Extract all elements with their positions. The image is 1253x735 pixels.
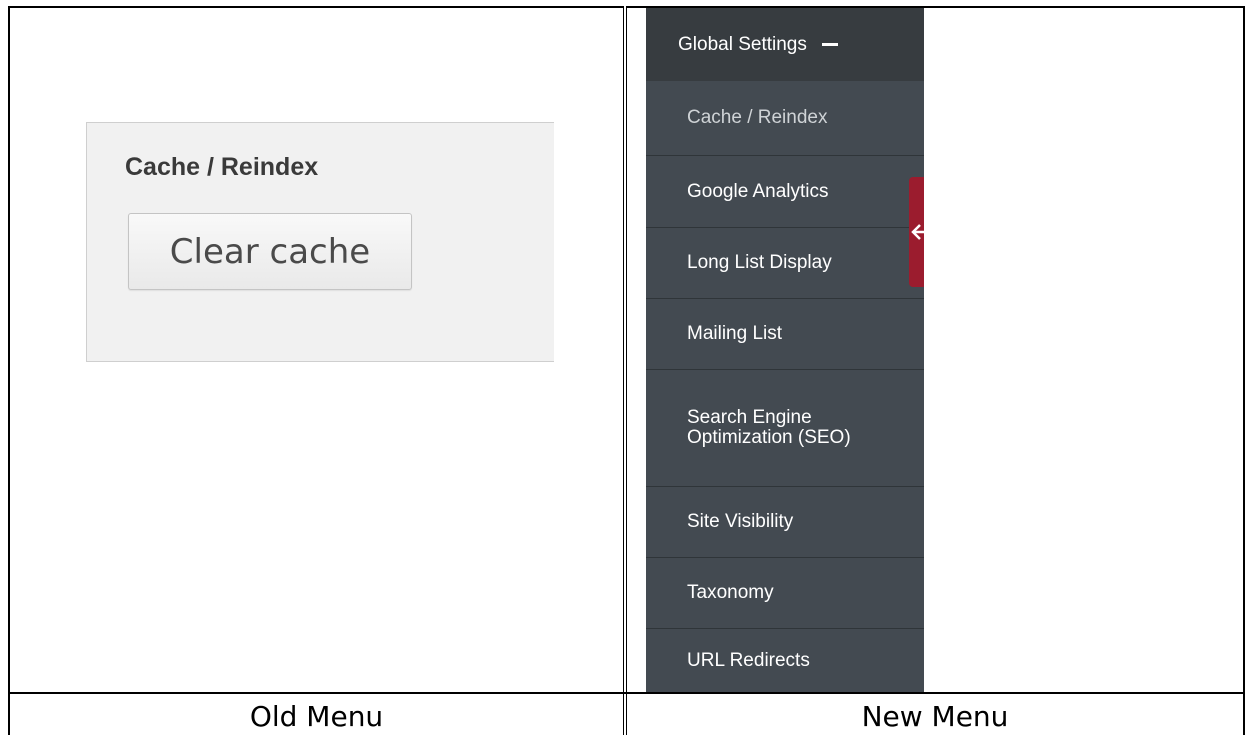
sidebar-item-seo[interactable]: Search Engine Optimization (SEO) bbox=[646, 370, 924, 487]
sidebar-item-label: Site Visibility bbox=[687, 511, 794, 532]
sidebar-item-url-redirects[interactable]: URL Redirects bbox=[646, 629, 924, 692]
sidebar-item-label: Long List Display bbox=[687, 252, 832, 273]
sidebar-item-long-list-display[interactable]: Long List Display bbox=[646, 228, 924, 299]
table-row-divider bbox=[8, 692, 1245, 694]
table-border-left bbox=[8, 6, 10, 735]
collapse-minus-icon[interactable] bbox=[821, 43, 838, 46]
sidebar-item-label: URL Redirects bbox=[687, 649, 810, 671]
table-column-divider bbox=[623, 6, 627, 735]
table-border-right bbox=[1243, 6, 1245, 735]
sidebar-item-label: Taxonomy bbox=[687, 582, 774, 603]
global-settings-header[interactable]: Global Settings bbox=[646, 8, 924, 81]
old-menu-panel: Cache / Reindex Clear cache bbox=[86, 122, 554, 362]
global-settings-label: Global Settings bbox=[678, 33, 807, 55]
new-menu-caption: New Menu bbox=[861, 699, 1009, 733]
sidebar-item-site-visibility[interactable]: Site Visibility bbox=[646, 487, 924, 558]
sidebar-item-label: Cache / Reindex bbox=[687, 107, 828, 128]
sidebar-item-label: Google Analytics bbox=[687, 180, 829, 202]
sidebar-item-taxonomy[interactable]: Taxonomy bbox=[646, 558, 924, 629]
new-menu-sidebar: Global Settings Cache / Reindex Google A… bbox=[646, 8, 924, 692]
sidebar-item-google-analytics[interactable]: Google Analytics bbox=[646, 156, 924, 228]
clear-cache-button[interactable]: Clear cache bbox=[128, 213, 412, 290]
old-menu-title: Cache / Reindex bbox=[125, 153, 319, 181]
sidebar-collapse-tab[interactable] bbox=[909, 177, 924, 287]
old-menu-caption: Old Menu bbox=[249, 699, 384, 733]
sidebar-item-label: Search Engine Optimization (SEO) bbox=[687, 407, 851, 448]
arrow-left-icon bbox=[911, 224, 924, 240]
sidebar-item-label: Mailing List bbox=[687, 323, 783, 344]
sidebar-item-cache-reindex[interactable]: Cache / Reindex bbox=[646, 81, 924, 156]
sidebar-item-mailing-list[interactable]: Mailing List bbox=[646, 299, 924, 370]
